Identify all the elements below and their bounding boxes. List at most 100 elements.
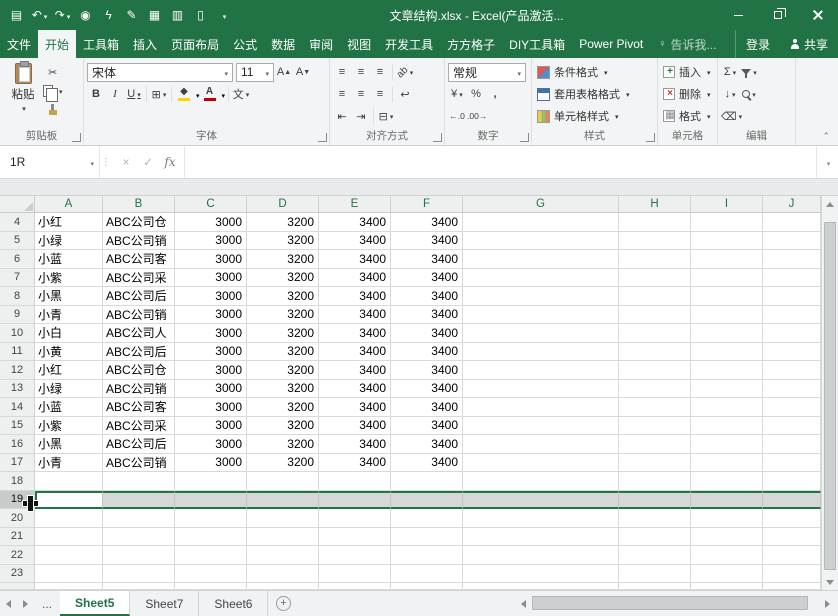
cell-G12[interactable] <box>463 361 619 380</box>
increase-indent-button[interactable]: ⇥ <box>352 107 370 125</box>
shrink-font-button[interactable]: A▼ <box>294 63 312 81</box>
flash-icon[interactable]: ϟ <box>97 2 120 28</box>
cell-J23[interactable] <box>763 565 821 584</box>
cell-B10[interactable]: ABC公司人 <box>103 324 175 343</box>
row-header-23[interactable]: 23 <box>0 565 35 584</box>
cell-C13[interactable]: 3000 <box>175 380 247 399</box>
cell-D8[interactable]: 3200 <box>247 287 319 306</box>
cell-E11[interactable]: 3400 <box>319 343 391 362</box>
cell-J19[interactable] <box>763 491 821 510</box>
row-header-18[interactable]: 18 <box>0 472 35 491</box>
number-dialog-launcher-icon[interactable] <box>520 133 529 142</box>
cell-J22[interactable] <box>763 546 821 565</box>
cell-I6[interactable] <box>691 250 763 269</box>
italic-button[interactable]: I <box>106 85 124 103</box>
cell-J8[interactable] <box>763 287 821 306</box>
cell-F21[interactable] <box>391 528 463 547</box>
conditional-formatting-button[interactable]: 条件格式 <box>535 61 654 83</box>
cell-G9[interactable] <box>463 306 619 325</box>
cell-I21[interactable] <box>691 528 763 547</box>
cell-J20[interactable] <box>763 509 821 528</box>
alignment-dialog-launcher-icon[interactable] <box>433 133 442 142</box>
cell-F16[interactable]: 3400 <box>391 435 463 454</box>
sheet-tab-sheet6[interactable]: Sheet6 <box>199 591 268 616</box>
font-color-button[interactable]: A <box>201 85 219 103</box>
cell-B5[interactable]: ABC公司销 <box>103 232 175 251</box>
cell-G7[interactable] <box>463 269 619 288</box>
sheet-tab-sheet7[interactable]: Sheet7 <box>130 591 199 616</box>
align-bottom-button[interactable]: ≡ <box>371 63 389 81</box>
ribbon-tab-formulas[interactable]: 公式 <box>226 30 264 58</box>
document-icon[interactable]: ▯ <box>189 2 212 28</box>
cell-E20[interactable] <box>319 509 391 528</box>
cell-J15[interactable] <box>763 417 821 436</box>
cell-H20[interactable] <box>619 509 691 528</box>
cell-H12[interactable] <box>619 361 691 380</box>
cell-B15[interactable]: ABC公司采 <box>103 417 175 436</box>
undo-dropdown-icon[interactable] <box>44 8 48 22</box>
cell-C23[interactable] <box>175 565 247 584</box>
cell-C7[interactable]: 3000 <box>175 269 247 288</box>
collapse-ribbon-icon[interactable]: ⌃ <box>822 131 830 142</box>
row-header-7[interactable]: 7 <box>0 269 35 288</box>
ribbon-tab-data[interactable]: 数据 <box>264 30 302 58</box>
cell-H11[interactable] <box>619 343 691 362</box>
share-button[interactable]: 共享 <box>780 30 838 58</box>
sheet-nav-right-icon[interactable] <box>17 591 34 616</box>
row-header-11[interactable]: 11 <box>0 343 35 362</box>
scroll-right-icon[interactable] <box>819 600 836 608</box>
cell-H14[interactable] <box>619 398 691 417</box>
cell-D23[interactable] <box>247 565 319 584</box>
cell-styles-button[interactable]: 单元格样式 <box>535 105 654 127</box>
cell-C5[interactable]: 3000 <box>175 232 247 251</box>
cell-F11[interactable]: 3400 <box>391 343 463 362</box>
table-rows-icon[interactable]: ▥ <box>166 2 189 28</box>
cell-F8[interactable]: 3400 <box>391 287 463 306</box>
cell-F4[interactable]: 3400 <box>391 213 463 232</box>
autosum-button[interactable]: Σ <box>721 63 739 81</box>
cell-D6[interactable]: 3200 <box>247 250 319 269</box>
cell-E6[interactable]: 3400 <box>319 250 391 269</box>
cell-C8[interactable]: 3000 <box>175 287 247 306</box>
cell-A7[interactable]: 小紫 <box>35 269 103 288</box>
pen-icon[interactable]: ✎ <box>120 2 143 28</box>
cell-partial[interactable] <box>391 583 463 590</box>
cell-E14[interactable]: 3400 <box>319 398 391 417</box>
cell-F15[interactable]: 3400 <box>391 417 463 436</box>
cell-H21[interactable] <box>619 528 691 547</box>
cell-J14[interactable] <box>763 398 821 417</box>
cell-C11[interactable]: 3000 <box>175 343 247 362</box>
cell-I7[interactable] <box>691 269 763 288</box>
cell-B8[interactable]: ABC公司后 <box>103 287 175 306</box>
cell-E17[interactable]: 3400 <box>319 454 391 473</box>
insert-function-icon[interactable]: fx <box>160 155 180 169</box>
cell-I10[interactable] <box>691 324 763 343</box>
sheet-nav-left-icon[interactable] <box>0 591 17 616</box>
cell-C15[interactable]: 3000 <box>175 417 247 436</box>
cell-F22[interactable] <box>391 546 463 565</box>
cell-D15[interactable]: 3200 <box>247 417 319 436</box>
ribbon-tab-home[interactable]: 开始 <box>38 30 76 58</box>
cell-I17[interactable] <box>691 454 763 473</box>
cell-A16[interactable]: 小黑 <box>35 435 103 454</box>
cell-partial[interactable] <box>763 583 821 590</box>
cell-partial[interactable] <box>319 583 391 590</box>
cell-H10[interactable] <box>619 324 691 343</box>
cell-A14[interactable]: 小蓝 <box>35 398 103 417</box>
row-header-20[interactable]: 20 <box>0 509 35 528</box>
cell-H6[interactable] <box>619 250 691 269</box>
cell-H19[interactable] <box>619 491 691 510</box>
cell-F23[interactable] <box>391 565 463 584</box>
cell-C20[interactable] <box>175 509 247 528</box>
ribbon-tab-page-layout[interactable]: 页面布局 <box>164 30 226 58</box>
cell-A10[interactable]: 小白 <box>35 324 103 343</box>
cell-C6[interactable]: 3000 <box>175 250 247 269</box>
comma-style-button[interactable]: , <box>486 85 504 103</box>
close-button[interactable] <box>798 0 838 30</box>
cell-E7[interactable]: 3400 <box>319 269 391 288</box>
ribbon-tab-power-pivot[interactable]: Power Pivot <box>572 30 650 58</box>
sort-filter-button[interactable] <box>740 63 758 81</box>
cell-G17[interactable] <box>463 454 619 473</box>
tell-me-box[interactable]: ♀ 告诉我... <box>650 30 724 58</box>
cell-F17[interactable]: 3400 <box>391 454 463 473</box>
